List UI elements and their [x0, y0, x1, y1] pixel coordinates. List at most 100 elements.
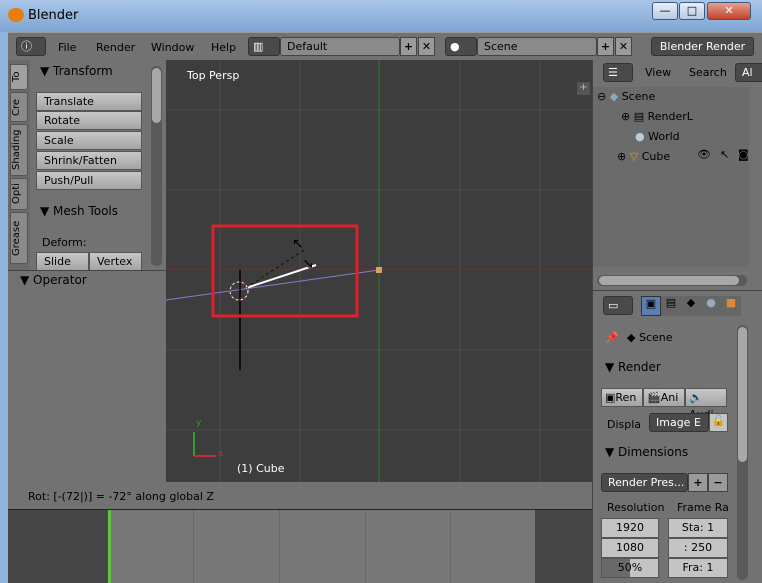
scene-context-icon[interactable]: ◆	[681, 296, 701, 316]
remove-scene-button[interactable]: ✕	[615, 37, 632, 56]
layout-field[interactable]: Default	[280, 37, 400, 56]
operator-panel: ▼ Operator	[8, 270, 166, 482]
render-layers-icon: ▤	[633, 110, 645, 123]
gizmo-x-label: x	[218, 449, 224, 459]
scene-field[interactable]: Scene	[477, 37, 597, 56]
3d-viewport[interactable]: ↖ ↘ Top Persp y x (1) Cube +	[166, 60, 592, 482]
tab-tools[interactable]: To	[10, 64, 28, 90]
object-context-icon[interactable]: ■	[721, 296, 741, 316]
outliner-world-label: World	[648, 130, 680, 143]
render-audio-button[interactable]: 🔊Audi	[685, 388, 727, 421]
push-pull-button[interactable]: Push/Pull	[36, 171, 142, 190]
screen-layout-icon[interactable]: ▥	[248, 37, 280, 56]
gizmo-y-label: y	[196, 418, 202, 428]
selection-highlight-box	[211, 224, 359, 318]
operator-panel-header[interactable]: ▼ Operator	[20, 273, 87, 287]
resolution-x-field[interactable]: 1920	[601, 518, 659, 538]
selectable-cursor-icon[interactable]: ↖	[720, 148, 729, 161]
add-scene-button[interactable]: +	[597, 37, 614, 56]
slide-edge-button[interactable]: Slide Ed	[36, 252, 89, 285]
render-presets-select[interactable]: Render Pres...	[601, 473, 688, 492]
outliner-renderlayers-label: RenderL	[647, 110, 693, 123]
outliner-display-mode[interactable]: Al	[735, 63, 762, 82]
tab-create[interactable]: Cre	[10, 92, 28, 122]
info-header: ⓘ File Render Window Help ▥ Default + ✕ …	[8, 32, 762, 60]
tab-grease-pencil[interactable]: Grease	[10, 212, 28, 264]
tool-shelf-scrollbar[interactable]	[151, 66, 162, 266]
close-button[interactable]: ✕	[707, 2, 751, 20]
render-image-button[interactable]: ▣Ren	[601, 388, 643, 407]
remove-layout-button[interactable]: ✕	[418, 37, 435, 56]
mesh-tools-panel-header[interactable]: ▼ Mesh Tools	[40, 204, 118, 218]
outliner-row-world[interactable]: ● World	[635, 130, 680, 143]
transform-title: Transform	[53, 64, 113, 78]
timeline-out-of-range-right	[535, 510, 592, 583]
tab-shading[interactable]: Shading	[10, 124, 28, 176]
menu-window[interactable]: Window	[151, 41, 194, 54]
display-label: Displa	[607, 418, 642, 431]
menu-file[interactable]: File	[58, 41, 76, 54]
transform-panel-header[interactable]: ▼ Transform	[40, 64, 113, 78]
render-animation-button[interactable]: 🎬Ani	[643, 388, 685, 407]
mesh-icon: ▽	[629, 150, 639, 163]
current-frame-indicator[interactable]	[108, 510, 111, 583]
tab-options[interactable]: Opti	[10, 178, 28, 210]
title-bar: Blender — □ ✕	[0, 0, 762, 32]
render-engine-select[interactable]: Blender Render	[651, 37, 754, 56]
world-context-icon[interactable]: ●	[701, 296, 721, 316]
context-scene: ◆ Scene	[627, 331, 673, 344]
frame-step-field[interactable]: Fra: 1	[668, 558, 728, 578]
object-label: (1) Cube	[237, 462, 285, 475]
vertex-slide-button[interactable]: Vertex	[89, 252, 142, 271]
operator-title: Operator	[33, 273, 87, 287]
outliner-row-renderlayers[interactable]: ⊕ ▤ RenderL	[621, 110, 693, 123]
rotate-arrow-icon: ↖	[292, 236, 304, 252]
add-layout-button[interactable]: +	[400, 37, 417, 56]
viewport-canvas: ↖ ↘	[166, 60, 592, 482]
translate-button[interactable]: Translate	[36, 92, 142, 111]
outliner-editor-type-icon[interactable]: ☰	[603, 63, 633, 82]
minimize-button[interactable]: —	[652, 2, 678, 20]
frame-end-field[interactable]: : 250	[668, 538, 728, 558]
renderable-camera-icon[interactable]: ◙	[738, 148, 749, 161]
scene-icon[interactable]: ●	[445, 37, 477, 56]
render-context-camera-icon[interactable]: ▣	[641, 296, 661, 316]
properties-editor: ▭ ▣ ▤ ◆ ● ■ 📌 ◆ Scene ▼ Render ▣Ren 🎬Ani…	[592, 290, 762, 583]
properties-editor-type-icon[interactable]: ▭	[603, 296, 633, 315]
resolution-percentage-slider[interactable]: 50%	[601, 558, 659, 578]
scene-icon: ◆	[627, 331, 636, 344]
render-image-label: Ren	[615, 391, 637, 404]
outliner-cube-label: Cube	[641, 150, 671, 163]
shrink-fatten-button[interactable]: Shrink/Fatten	[36, 151, 142, 170]
menu-render[interactable]: Render	[96, 41, 135, 54]
deform-label: Deform:	[42, 236, 87, 249]
render-layers-context-icon[interactable]: ▤	[661, 296, 681, 316]
pin-icon[interactable]: 📌	[605, 331, 619, 344]
dimensions-panel-header[interactable]: ▼ Dimensions	[605, 445, 688, 459]
remove-preset-button[interactable]: −	[708, 473, 728, 492]
render-panel-header[interactable]: ▼ Render	[605, 360, 661, 374]
outliner-view-menu[interactable]: View	[645, 66, 671, 79]
properties-toggle-plus-icon[interactable]: +	[577, 82, 590, 95]
resolution-y-field[interactable]: 1080	[601, 538, 659, 558]
outliner-scrollbar[interactable]	[597, 275, 747, 286]
outliner-search-menu[interactable]: Search	[689, 66, 727, 79]
outliner-row-scene[interactable]: ⊖ ◆ Scene	[597, 90, 655, 103]
visibility-eye-icon[interactable]: 👁	[697, 148, 711, 161]
display-select[interactable]: Image E	[649, 413, 709, 432]
dimensions-panel-title: Dimensions	[618, 445, 689, 459]
properties-scrollbar[interactable]	[737, 325, 748, 580]
menu-help[interactable]: Help	[211, 41, 236, 54]
lock-icon[interactable]: 🔓	[709, 413, 728, 432]
frame-start-field[interactable]: Sta: 1	[668, 518, 728, 538]
scale-button[interactable]: Scale	[36, 131, 142, 150]
timeline[interactable]	[8, 510, 592, 583]
maximize-button[interactable]: □	[679, 2, 705, 20]
editor-type-info-icon[interactable]: ⓘ	[16, 37, 46, 56]
rotation-constraint-line	[166, 269, 380, 301]
transform-status-text: Rot: [-(72|)] = -72° along global Z	[28, 490, 214, 503]
outliner-row-cube[interactable]: ⊕ ▽ Cube	[617, 150, 670, 163]
rotate-button[interactable]: Rotate	[36, 111, 142, 130]
view-label: Top Persp	[187, 69, 240, 82]
add-preset-button[interactable]: +	[688, 473, 708, 492]
